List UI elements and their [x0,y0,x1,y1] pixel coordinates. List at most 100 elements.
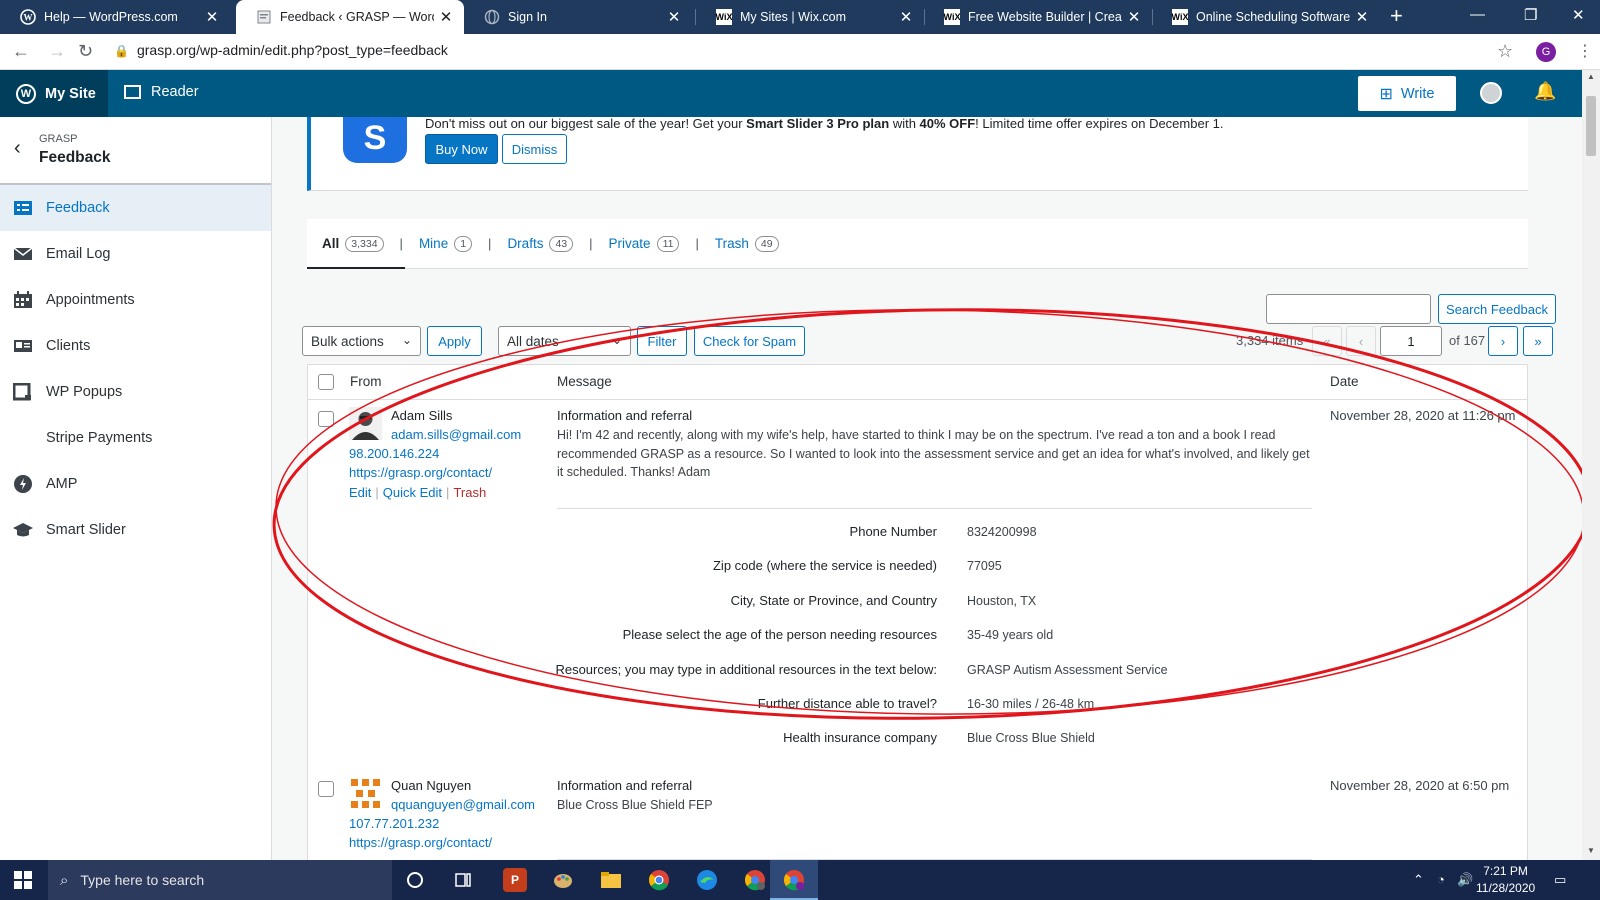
filter-mine[interactable]: Mine 1 [419,235,473,252]
browser-tab-wix-builder[interactable]: WiX Free Website Builder | Create a ✕ [924,0,1152,34]
select-all-checkbox[interactable] [318,374,334,390]
browser-tab-wix-sites[interactable]: WiX My Sites | Wix.com ✕ [696,0,924,34]
filter-trash[interactable]: Trash 49 [715,235,779,252]
paint-icon[interactable] [551,868,575,892]
back-arrow-icon[interactable]: ← [12,41,30,62]
next-page-button[interactable]: › [1488,326,1518,356]
scroll-thumb[interactable] [1586,96,1596,156]
wifi-icon[interactable]: ◔ [1437,872,1445,887]
message-body: Blue Cross Blue Shield FEP [557,798,713,812]
close-icon[interactable]: ✕ [1350,8,1374,26]
sidebar-item-smart-slider[interactable]: Smart Slider [0,507,271,553]
promo-text-part: with [889,117,920,131]
all-dates-select[interactable]: All dates ⌄ [498,326,631,356]
sender-email-link[interactable]: qquanguyen@gmail.com [391,797,535,812]
volume-icon[interactable]: 🔊 [1457,872,1473,888]
lock-icon: 🔒 [114,44,129,58]
taskbar-search-box[interactable]: ⌕ Type here to search [48,860,392,900]
sidebar-item-stripe-payments[interactable]: Stripe Payments [0,415,271,461]
previous-page-button[interactable]: ‹ [1346,326,1376,356]
field-label: Resources; you may type in additional re… [555,662,937,677]
bulk-actions-select[interactable]: Bulk actions ⌄ [302,326,421,356]
sender-email-link[interactable]: adam.sills@gmail.com [391,427,521,442]
page-scrollbar[interactable]: ▲ ▼ [1582,70,1600,860]
new-tab-icon[interactable]: + [1390,5,1403,27]
close-icon[interactable]: ✕ [662,8,686,26]
search-feedback-button[interactable]: Search Feedback [1438,294,1556,324]
table-header: From Message Date [308,365,1527,400]
back-chevron-icon[interactable]: ‹ [14,137,21,160]
source-url-link[interactable]: https://grasp.org/contact/ [349,465,492,480]
profile-avatar[interactable]: G [1536,42,1556,62]
column-header-from[interactable]: From [350,374,382,389]
sidebar-item-clients[interactable]: Clients [0,323,271,369]
apply-button[interactable]: Apply [427,326,482,356]
chrome-icon[interactable] [647,868,671,892]
tray-chevron-up-icon[interactable]: ⌃ [1413,872,1424,888]
search-feedback-input[interactable] [1266,294,1431,324]
source-url-link[interactable]: https://grasp.org/contact/ [349,835,492,850]
url-field[interactable]: 🔒 grasp.org/wp-admin/edit.php?post_type=f… [114,42,448,58]
last-page-button[interactable]: » [1523,326,1553,356]
user-avatar[interactable] [1480,82,1502,104]
sidebar-item-wp-popups[interactable]: WP Popups [0,369,271,415]
close-icon[interactable]: ✕ [434,8,458,26]
close-icon[interactable]: ✕ [894,8,918,26]
edge-icon[interactable] [695,868,719,892]
sidebar-item-email-log[interactable]: Email Log [0,231,271,277]
browser-tab-wix-scheduling[interactable]: WiX Online Scheduling Software | A ✕ [1152,0,1380,34]
quick-edit-link[interactable]: Quick Edit [383,485,442,500]
close-icon[interactable]: ✕ [1122,8,1146,26]
task-view-icon[interactable] [451,868,475,892]
sender-ip-link[interactable]: 98.200.146.224 [349,446,439,461]
promo-plan-name: Smart Slider 3 Pro plan [746,117,890,131]
column-header-date[interactable]: Date [1330,374,1359,389]
minimize-icon[interactable]: — [1470,6,1485,23]
trash-link[interactable]: Trash [453,485,486,500]
windows-start-icon[interactable] [14,871,32,889]
current-page-input[interactable]: 1 [1380,326,1442,356]
close-icon[interactable]: ✕ [200,8,224,26]
check-for-spam-button[interactable]: Check for Spam [694,326,805,356]
dismiss-button[interactable]: Dismiss [502,134,567,164]
filter-all[interactable]: All 3,334 [322,235,384,252]
notifications-bell-icon[interactable]: 🔔 [1534,81,1556,102]
sidebar-item-appointments[interactable]: Appointments [0,277,271,323]
scroll-down-arrow-icon[interactable]: ▼ [1587,846,1595,855]
file-explorer-icon[interactable] [599,868,623,892]
window-close-icon[interactable]: ✕ [1572,6,1585,24]
sidebar-item-feedback[interactable]: Feedback [0,185,271,231]
row-checkbox[interactable] [318,411,334,427]
bulk-actions-value: Bulk actions [311,333,384,349]
reload-icon[interactable]: ↻ [78,41,93,62]
first-page-button[interactable]: « [1312,326,1342,356]
restore-icon[interactable]: ❐ [1524,6,1537,24]
table-row: Adam Sills adam.sills@gmail.com 98.200.1… [308,401,1527,771]
row-checkbox[interactable] [318,781,334,797]
browser-tab-help[interactable]: W Help — WordPress.com ✕ [0,0,230,34]
reader-button[interactable]: Reader [124,84,199,100]
bookmark-star-icon[interactable]: ☆ [1497,41,1513,62]
scroll-up-arrow-icon[interactable]: ▲ [1587,72,1595,81]
chrome-profile-icon[interactable] [743,868,767,892]
filter-drafts[interactable]: Drafts 43 [507,235,574,252]
cortana-icon[interactable] [403,868,427,892]
write-button[interactable]: ⊞ Write [1358,76,1456,111]
forward-arrow-icon[interactable]: → [48,41,66,62]
browser-tab-feedback[interactable]: Feedback ‹ GRASP — WordPre ✕ [236,0,464,34]
chrome-profile-active-icon[interactable] [782,868,806,892]
wordpress-logo-icon: W [16,83,36,104]
buy-now-button[interactable]: Buy Now [425,134,498,164]
sender-ip-link[interactable]: 107.77.201.232 [349,816,439,831]
browser-tab-signin[interactable]: Sign In ✕ [464,0,692,34]
filter-private[interactable]: Private 11 [609,235,680,252]
filter-button[interactable]: Filter [637,326,687,356]
notification-center-icon[interactable]: ▭ [1554,872,1566,888]
edit-link[interactable]: Edit [349,485,371,500]
sidebar-item-amp[interactable]: AMP [0,461,271,507]
system-clock[interactable]: 7:21 PM 11/28/2020 [1476,863,1535,897]
powerpoint-icon[interactable]: P [503,868,527,892]
browser-menu-icon[interactable]: ⋮ [1577,41,1593,61]
popup-icon [12,382,34,402]
my-site-button[interactable]: W My Site [0,70,108,117]
